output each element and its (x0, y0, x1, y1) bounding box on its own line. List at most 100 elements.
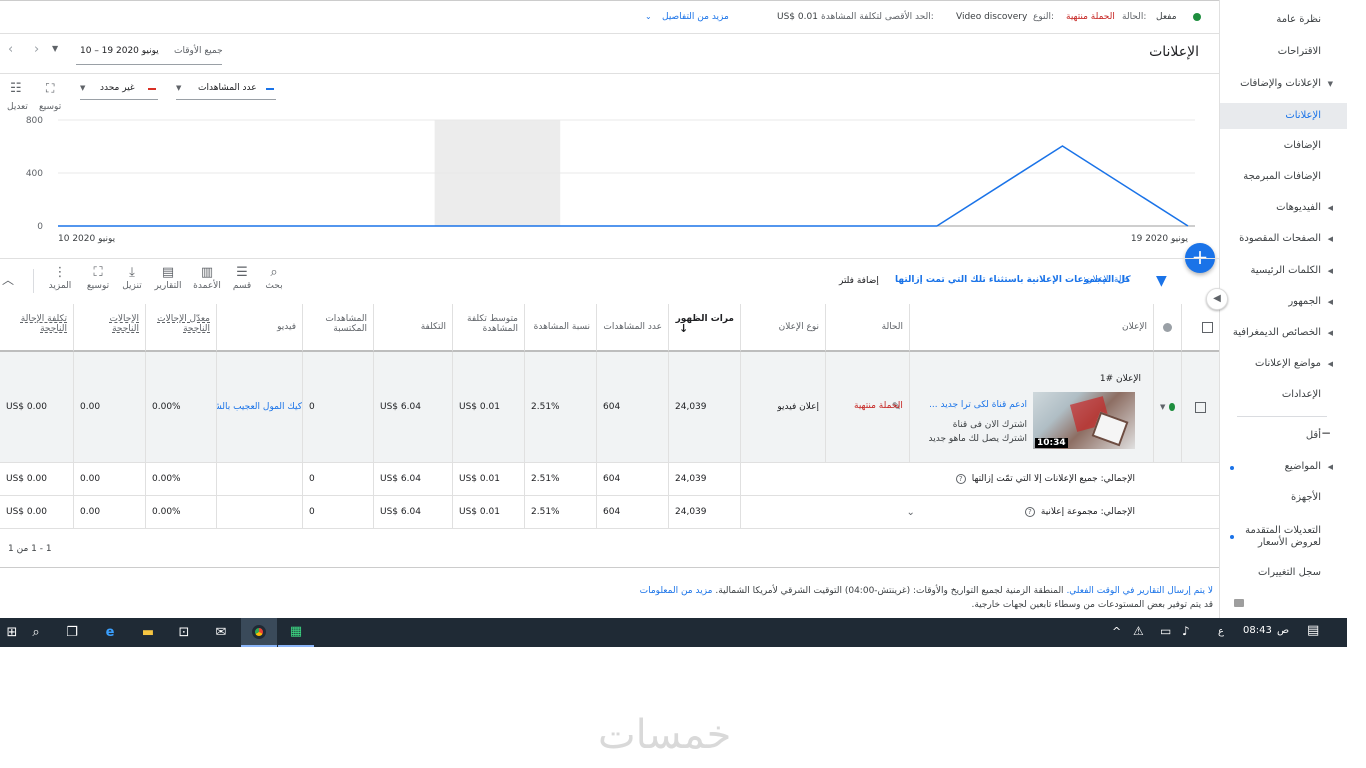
file-explorer-icon[interactable]: ▬ (130, 618, 166, 647)
sidebar-item-bid-adjustments[interactable]: التعديلات المتقدمة (1245, 525, 1321, 536)
sidebar-item-ads-extensions[interactable]: الإعلانات والإضافات (1240, 78, 1321, 89)
sidebar-item-auto-extensions[interactable]: الإضافات المبرمجة (1243, 171, 1321, 182)
sidebar-item-topics[interactable]: المواضيع (1285, 461, 1321, 472)
line-chart-svg: 800 400 0 10 يونيو 2020 19 يونيو 2020 (26, 116, 1195, 244)
more-details-link[interactable]: مزيد من التفاصيل (662, 12, 729, 22)
col-ad-type[interactable]: نوع الإعلان (741, 304, 826, 352)
ads-table: الإعلان الحالة نوع الإعلان مرات الظهور ↓ … (0, 304, 1219, 568)
notifications-icon[interactable]: ▤ (1307, 623, 1319, 638)
sidebar-item-bid-adjustments-2: لعروض الأسعار (1257, 537, 1321, 548)
filter-status-value[interactable]: كل المجموعات الإعلانية باستثناء تلك التي… (895, 275, 1131, 285)
task-view-icon[interactable]: ❐ (54, 618, 90, 647)
segment-button[interactable]: ☰ قسم (224, 265, 260, 291)
ad-headline-link[interactable]: ادعم قناة لكى ترا جديد ... (929, 400, 1027, 410)
sidebar-item-change-history[interactable]: سجل التغييرات (1258, 567, 1321, 578)
total-conversions: 0.00 (74, 463, 146, 495)
col-cost-per-conv[interactable]: تكلفة الإحالة الناجحة (0, 304, 74, 352)
select-all-checkbox[interactable] (1202, 322, 1213, 333)
x-tick-label: 19 يونيو 2020 (1131, 234, 1189, 244)
video-thumbnail[interactable]: 10:34 (1033, 392, 1135, 449)
sidebar-item-audiences[interactable]: الجمهور (1288, 296, 1321, 307)
col-ad[interactable]: الإعلان (910, 304, 1154, 352)
filter-icon[interactable]: ▼ (1156, 273, 1167, 289)
search-label: بحث (265, 281, 283, 291)
chevron-left-icon: ◀ (1327, 329, 1333, 337)
collapse-icon[interactable]: ︿ (2, 271, 14, 288)
spreadsheet-app-icon[interactable]: ▦ (278, 618, 314, 647)
page-title: الإعلانات (1149, 44, 1199, 60)
expand-button[interactable]: ⛶ توسيع (80, 265, 116, 291)
sidebar-item-placements[interactable]: مواضع الإعلانات (1255, 358, 1321, 369)
col-conversions[interactable]: الإحالات الناجحة (74, 304, 146, 352)
sidebar-item-ads[interactable]: الإعلانات (1220, 103, 1347, 129)
chevron-left-icon: ◀ (1327, 235, 1333, 243)
col-view-rate[interactable]: نسبة المشاهدة (525, 304, 597, 352)
minus-icon[interactable]: − (1321, 426, 1331, 440)
chevron-up-icon[interactable]: ^ (1112, 625, 1121, 638)
timezone-note: المنطقة الزمنية لجميع التواريخ والأوقات:… (715, 586, 1064, 596)
clock-time[interactable]: 08:43 (1243, 625, 1272, 636)
total-row-ad-group: الإجمالي: مجموعة إعلانية ? ⌄ 24,039 604 … (0, 496, 1219, 529)
chevron-left-icon: ◀ (1327, 204, 1333, 212)
input-language[interactable]: ع (1218, 626, 1224, 637)
group-conversions: 0.00 (74, 496, 146, 528)
chevron-right-icon[interactable]: › (34, 42, 39, 57)
reporting-delay-link[interactable]: لا يتم إرسال التقارير في الوقت الفعلي. (1066, 586, 1213, 596)
sidebar-item-recommendations[interactable]: الاقتراحات (1278, 46, 1321, 57)
more-info-link[interactable]: مزيد من المعلومات (640, 586, 713, 596)
enabled-status-icon (1169, 403, 1175, 411)
col-earned-views[interactable]: المشاهدات المكتسبة (303, 304, 374, 352)
feedback-icon[interactable] (1234, 599, 1244, 607)
chevron-down-icon[interactable]: ⌄ (645, 12, 652, 21)
col-impressions[interactable]: مرات الظهور ↓ (669, 304, 741, 352)
avg-cpv-value: US$ 0.01 (453, 352, 525, 462)
store-icon[interactable]: ⊡ (166, 618, 202, 647)
help-icon[interactable]: ? (955, 474, 966, 484)
date-range-value[interactable]: 10 – 19 يونيو 2020 (80, 46, 159, 56)
edge-icon[interactable]: e (92, 618, 128, 647)
network-icon[interactable]: ▭ (1160, 624, 1171, 638)
row-checkbox[interactable] (1195, 401, 1206, 413)
search-button[interactable]: ⌕ بحث (256, 265, 292, 291)
sidebar-item-settings[interactable]: الإعدادات (1282, 389, 1321, 400)
col-cost[interactable]: التكلفة (374, 304, 453, 352)
volume-icon[interactable]: ♪ (1182, 624, 1190, 638)
sidebar-item-less[interactable]: أقل (1306, 430, 1321, 441)
reports-button[interactable]: ▤ التقارير (150, 265, 186, 291)
chevron-left-icon[interactable]: ‹ (8, 42, 13, 57)
enabled-label: مفعل (1156, 12, 1177, 22)
group-cost: US$ 6.04 (374, 496, 453, 528)
clock-ampm: ص (1277, 625, 1290, 636)
search-icon[interactable]: ⌕ (18, 618, 54, 647)
table-row[interactable]: ▼ الإعلان #1 10:34 ادعم قناة لكى ترا جدي… (0, 352, 1219, 463)
sidebar-item-overview[interactable]: نظرة عامة (1276, 14, 1321, 25)
col-status[interactable]: الحالة (826, 304, 910, 352)
columns-button[interactable]: ▥ الأعمدة (189, 265, 225, 291)
enabled-status-icon (1193, 13, 1201, 21)
sidebar-item-extensions[interactable]: الإضافات (1284, 140, 1321, 151)
video-link[interactable]: كيك المول العجيب بالشوكولاتة (217, 352, 303, 462)
chevron-down-icon[interactable]: ⌄ (907, 507, 915, 518)
sidebar-item-keywords[interactable]: الكلمات الرئيسية (1250, 265, 1321, 276)
help-icon[interactable]: ? (1024, 507, 1035, 517)
sidebar-item-devices[interactable]: الأجهزة (1291, 492, 1321, 503)
chrome-icon[interactable] (241, 618, 277, 647)
col-video[interactable]: فيديو (217, 304, 303, 352)
col-conv-rate[interactable]: معدّل الإحالات الناجحة (146, 304, 217, 352)
download-button[interactable]: ⤓ تنزيل (114, 265, 150, 291)
sidebar-item-demographics[interactable]: الخصائص الديمغرافية (1233, 327, 1321, 338)
col-views[interactable]: عدد المشاهدات (597, 304, 669, 352)
dropdown-arrow-icon[interactable]: ▼ (52, 44, 58, 53)
page-header: الإعلانات جميع الأوقات 10 – 19 يونيو 202… (0, 34, 1219, 74)
status-dot-header (1154, 304, 1182, 352)
add-filter-link[interactable]: إضافة فلتر (839, 276, 879, 286)
sidebar-item-videos[interactable]: الفيديوهات (1276, 202, 1321, 213)
views-value: 604 (597, 352, 669, 462)
network-alert-icon[interactable]: ⚠ (1133, 624, 1144, 638)
mail-icon[interactable]: ✉ (203, 618, 239, 647)
dropdown-arrow-icon[interactable]: ▼ (1160, 403, 1165, 411)
sidebar-item-landing-pages[interactable]: الصفحات المقصودة (1239, 233, 1321, 244)
more-button[interactable]: ⋮ المزيد (42, 265, 78, 291)
col-avg-cpv[interactable]: متوسط تكلفة المشاهدة (453, 304, 525, 352)
chevron-left-icon: ◀ (1327, 298, 1333, 306)
